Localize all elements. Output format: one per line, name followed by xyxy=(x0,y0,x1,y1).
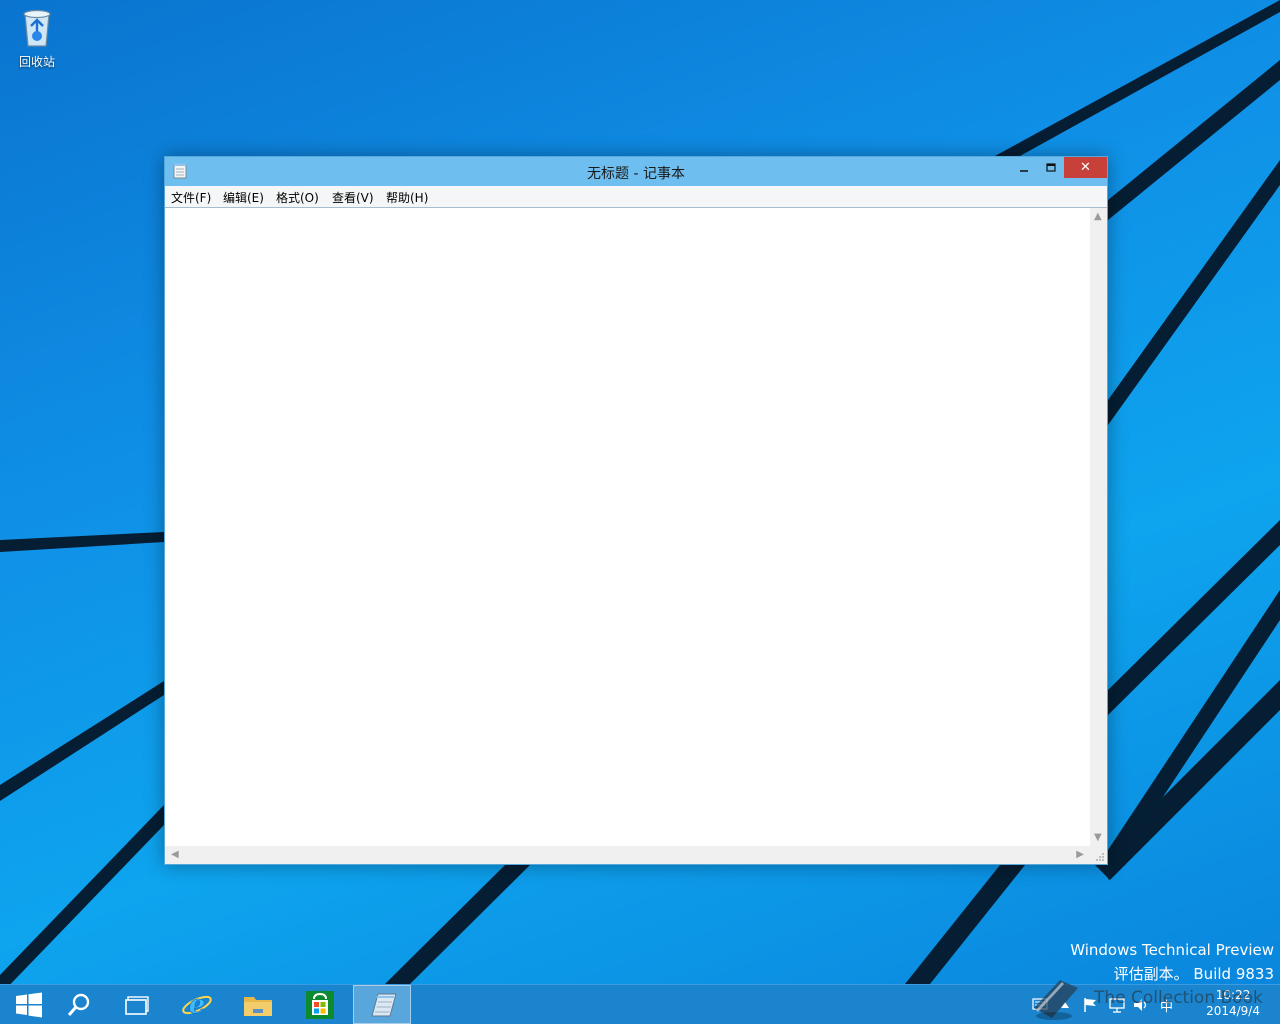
svg-text:e: e xyxy=(189,990,206,1020)
notepad-icon xyxy=(371,993,397,1016)
scroll-up-icon[interactable]: ▲ xyxy=(1094,211,1102,222)
notepad-window[interactable]: 无标题 - 记事本 ✕ 文件(F) 编辑(E) 格式(O) 查看(V) 帮助(H… xyxy=(164,156,1108,865)
size-grip-icon xyxy=(1096,853,1104,861)
watermark-line1: Windows Technical Preview xyxy=(1070,941,1274,959)
search-icon xyxy=(67,993,90,1016)
menu-bar: 文件(F) 编辑(E) 格式(O) 查看(V) 帮助(H) xyxy=(165,186,1107,208)
minimize-button[interactable] xyxy=(1011,157,1037,178)
text-editor[interactable] xyxy=(165,208,1090,846)
internet-explorer-icon: e xyxy=(182,989,212,1020)
task-view-icon xyxy=(125,995,149,1015)
store-button[interactable] xyxy=(291,985,349,1024)
internet-explorer-button[interactable]: e xyxy=(168,985,226,1024)
menu-edit[interactable]: 编辑(E) xyxy=(223,189,264,206)
title-bar[interactable]: 无标题 - 记事本 ✕ xyxy=(165,157,1107,186)
close-button[interactable]: ✕ xyxy=(1064,157,1107,178)
recycle-bin-icon xyxy=(23,9,51,47)
collection-watermark: The Collection Book xyxy=(1030,976,1270,1024)
close-icon: ✕ xyxy=(1080,160,1091,175)
start-icon xyxy=(16,992,42,1017)
vertical-scrollbar[interactable]: ▲ ▼ xyxy=(1090,208,1107,846)
menu-format[interactable]: 格式(O) xyxy=(276,189,319,206)
file-explorer-icon xyxy=(244,996,272,1016)
maximize-button[interactable] xyxy=(1038,157,1064,178)
book-icon xyxy=(1034,980,1078,1020)
size-grip[interactable] xyxy=(1090,846,1107,864)
horizontal-scrollbar[interactable]: ◀ ▶ xyxy=(165,846,1090,864)
window-title: 无标题 - 记事本 xyxy=(587,166,685,182)
recycle-bin[interactable]: 回收站 xyxy=(8,4,66,70)
search-button[interactable] xyxy=(50,985,108,1024)
notepad-taskbar-button[interactable] xyxy=(353,985,411,1024)
menu-help[interactable]: 帮助(H) xyxy=(386,189,428,206)
minimize-icon xyxy=(1020,169,1028,172)
task-view-button[interactable] xyxy=(108,985,166,1024)
collection-watermark-text: The Collection Book xyxy=(1094,988,1263,1008)
store-icon xyxy=(306,990,334,1019)
maximize-icon xyxy=(1046,162,1056,172)
menu-view[interactable]: 查看(V) xyxy=(332,189,374,206)
scroll-left-icon[interactable]: ◀ xyxy=(171,849,179,860)
recycle-bin-label: 回收站 xyxy=(18,55,55,69)
desktop: 回收站 无标题 - 记事本 ✕ 文件(F) 编辑(E) 格式(O) 查看(V) … xyxy=(0,0,1280,984)
scroll-down-icon[interactable]: ▼ xyxy=(1094,832,1102,843)
menu-file[interactable]: 文件(F) xyxy=(171,189,211,206)
file-explorer-button[interactable] xyxy=(229,985,287,1024)
scroll-right-icon[interactable]: ▶ xyxy=(1076,849,1084,860)
